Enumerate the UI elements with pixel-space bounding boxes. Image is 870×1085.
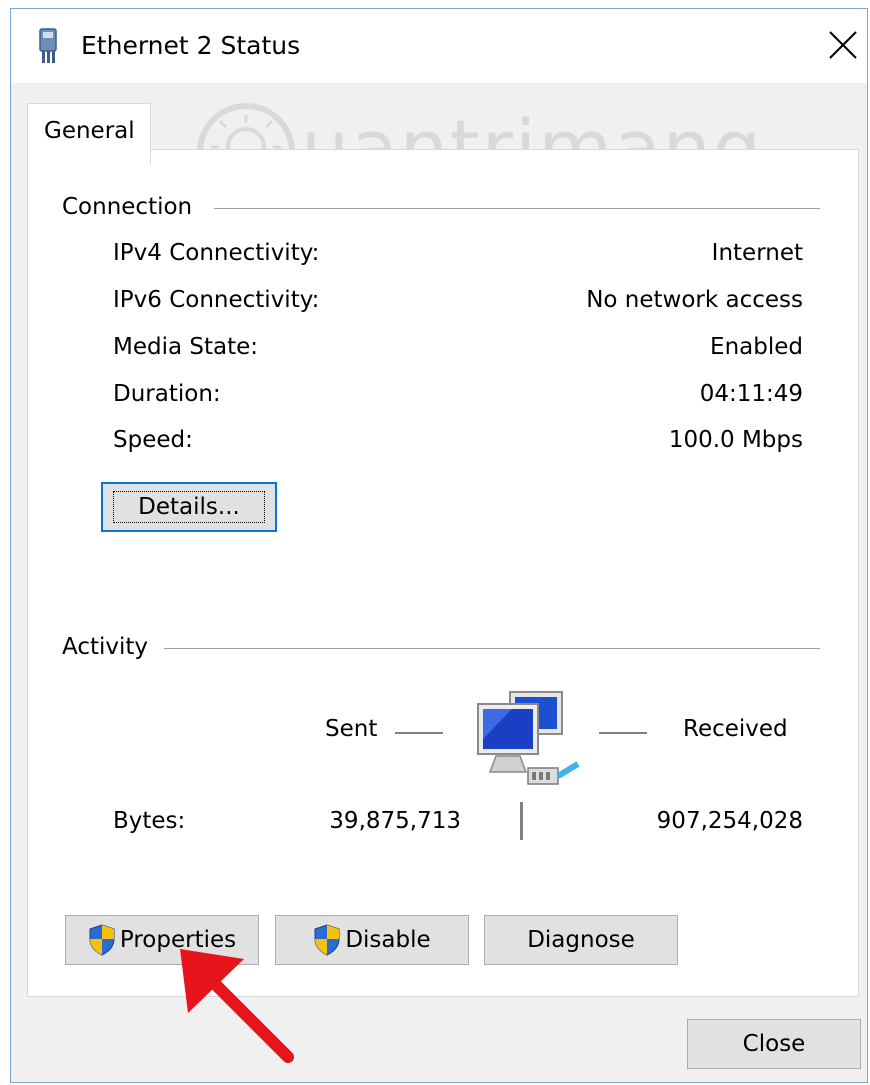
speed-value: 100.0 Mbps [668, 427, 803, 453]
status-window: Ethernet 2 Status General uantrimang Con… [10, 8, 868, 1083]
media-state-label: Media State: [113, 334, 259, 360]
title-bar: Ethernet 2 Status [11, 9, 867, 83]
ethernet-connector-icon [39, 28, 57, 63]
network-computers-icon [477, 691, 580, 785]
duration-label: Duration: [113, 381, 221, 407]
ipv6-label: IPv6 Connectivity: [113, 287, 320, 313]
ipv6-value: No network access [586, 287, 803, 313]
bytes-separator [520, 802, 523, 840]
red-arrow-annotation [180, 949, 294, 1063]
uac-shield-icon [314, 924, 340, 956]
diagnose-button[interactable]: Diagnose [484, 915, 678, 965]
sent-line [395, 732, 443, 734]
close-icon[interactable] [821, 23, 865, 67]
disable-button-label: Disable [345, 927, 431, 953]
tab-general[interactable]: General [27, 103, 151, 165]
close-button-label: Close [742, 1031, 806, 1057]
sent-label: Sent [325, 716, 378, 742]
connection-heading: Connection [62, 194, 193, 220]
bytes-sent-value: 39,875,713 [329, 808, 461, 834]
connection-divider [214, 208, 820, 209]
received-label: Received [683, 716, 788, 742]
activity-heading: Activity [62, 634, 149, 660]
details-button[interactable]: Details... [101, 482, 277, 532]
uac-shield-icon [89, 924, 115, 956]
details-button-label: Details... [113, 491, 265, 523]
window-title: Ethernet 2 Status [81, 31, 301, 60]
disable-button[interactable]: Disable [275, 915, 469, 965]
received-line [599, 732, 647, 734]
media-state-value: Enabled [710, 334, 803, 360]
speed-label: Speed: [113, 427, 193, 453]
ipv4-value: Internet [711, 240, 803, 266]
bytes-label: Bytes: [113, 808, 186, 834]
duration-value: 04:11:49 [699, 381, 803, 407]
bytes-received-value: 907,254,028 [656, 808, 803, 834]
close-button[interactable]: Close [687, 1019, 861, 1069]
tab-general-label: General [44, 118, 135, 144]
activity-divider [164, 648, 820, 649]
diagnose-button-label: Diagnose [527, 927, 635, 953]
ipv4-label: IPv4 Connectivity: [113, 240, 320, 266]
general-panel: Connection IPv4 Connectivity: Internet I… [27, 149, 859, 997]
